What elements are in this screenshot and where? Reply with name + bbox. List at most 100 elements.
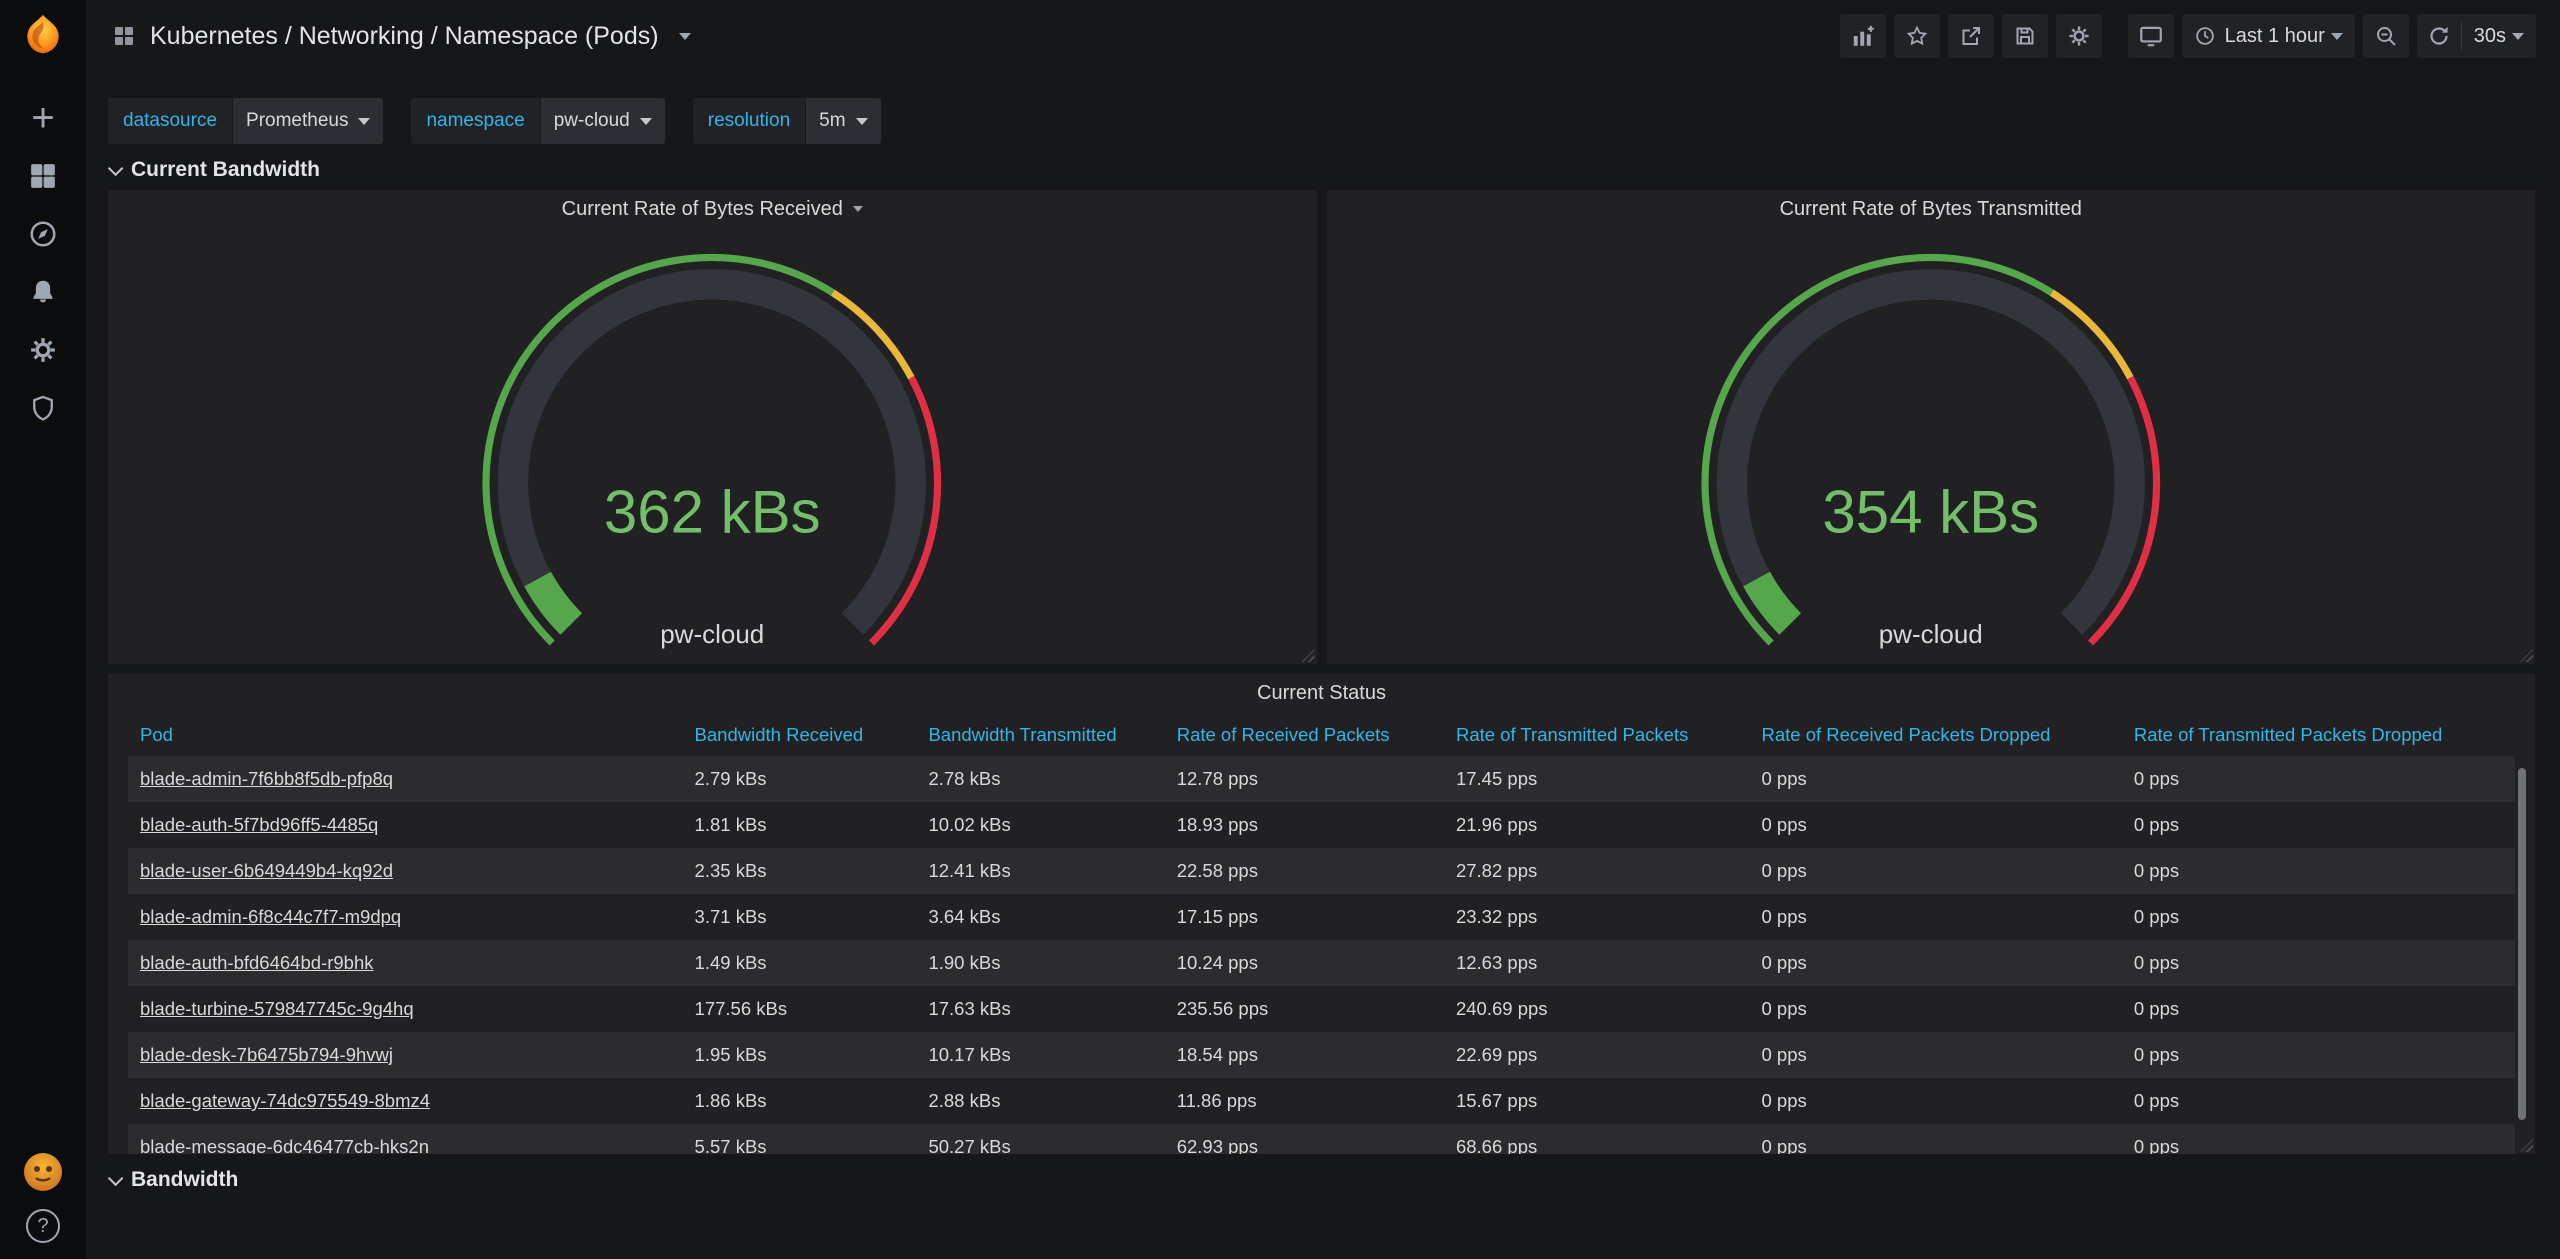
add-panel-button[interactable]: [1840, 14, 1886, 58]
gauge-value: 362 kBs: [108, 477, 1317, 546]
dashboard-title-button[interactable]: Kubernetes / Networking / Namespace (Pod…: [112, 22, 691, 51]
user-avatar[interactable]: [24, 1153, 62, 1191]
pod-link[interactable]: blade-message-6dc46477cb-hks2n: [140, 1136, 429, 1154]
panel-title-menu[interactable]: Current Rate of Bytes Received: [108, 190, 1317, 228]
settings-gear-button[interactable]: [2056, 14, 2102, 58]
table-cell: 18.54 pps: [1169, 1032, 1448, 1078]
pod-link[interactable]: blade-desk-7b6475b794-9hvwj: [140, 1044, 393, 1065]
caret-down-icon: [853, 206, 863, 212]
zoom-out-button[interactable]: [2363, 14, 2409, 58]
nav-actions: Last 1 hour 30s: [1832, 14, 2536, 58]
caret-down-icon: [640, 118, 652, 125]
plus-glyph: +: [31, 98, 54, 138]
table-cell: 18.93 pps: [1169, 802, 1448, 848]
table-cell: 2.79 kBs: [687, 756, 921, 802]
row-title: Current Bandwidth: [131, 158, 320, 182]
save-button[interactable]: [2002, 14, 2048, 58]
variable-value-dropdown[interactable]: Prometheus: [233, 98, 383, 144]
table-row: blade-user-6b649449b4-kq92d2.35 kBs12.41…: [128, 848, 2515, 894]
column-header[interactable]: Bandwidth Transmitted: [920, 714, 1168, 756]
table-cell: 0 pps: [1754, 1124, 2126, 1154]
alerting-bell-icon[interactable]: [0, 263, 86, 321]
variable-resolution: resolution 5m: [693, 98, 881, 144]
table-cell: 23.32 pps: [1448, 894, 1754, 940]
pod-link[interactable]: blade-auth-bfd6464bd-r9bhk: [140, 952, 373, 973]
table-cell: 62.93 pps: [1169, 1124, 1448, 1154]
table-cell: 0 pps: [2126, 1032, 2515, 1078]
status-table: PodBandwidth ReceivedBandwidth Transmitt…: [128, 714, 2515, 1154]
dashboards-icon[interactable]: [0, 147, 86, 205]
column-header[interactable]: Rate of Transmitted Packets: [1448, 714, 1754, 756]
refresh-interval-dropdown[interactable]: 30s: [2462, 25, 2536, 48]
table-cell: 0 pps: [1754, 802, 2126, 848]
caret-down-icon: [2331, 33, 2343, 40]
table-cell: 0 pps: [2126, 940, 2515, 986]
panel-current-rate-bytes-transmitted: Current Rate of Bytes Transmitted 354 kB…: [1327, 190, 2536, 664]
column-header[interactable]: Pod: [128, 714, 687, 756]
pod-cell: blade-turbine-579847745c-9g4hq: [128, 986, 687, 1032]
table-row: blade-auth-5f7bd96ff5-4485q1.81 kBs10.02…: [128, 802, 2515, 848]
chevron-down-icon: [108, 1170, 124, 1186]
table-cell: 2.78 kBs: [920, 756, 1168, 802]
row-toggle-bandwidth[interactable]: Bandwidth: [108, 1168, 2535, 1192]
top-navbar: Kubernetes / Networking / Namespace (Pod…: [86, 0, 2560, 72]
table-cell: 22.58 pps: [1169, 848, 1448, 894]
explore-compass-icon[interactable]: [0, 205, 86, 263]
table-cell: 5.57 kBs: [687, 1124, 921, 1154]
pod-link[interactable]: blade-turbine-579847745c-9g4hq: [140, 998, 414, 1019]
table-row: blade-message-6dc46477cb-hks2n5.57 kBs50…: [128, 1124, 2515, 1154]
pod-link[interactable]: blade-admin-7f6bb8f5db-pfp8q: [140, 768, 393, 789]
table-cell: 11.86 pps: [1169, 1078, 1448, 1124]
star-button[interactable]: [1894, 14, 1940, 58]
column-header[interactable]: Rate of Received Packets Dropped: [1754, 714, 2126, 756]
pod-link[interactable]: blade-auth-5f7bd96ff5-4485q: [140, 814, 378, 835]
cycle-view-monitor-button[interactable]: [2128, 14, 2174, 58]
table-cell: 17.15 pps: [1169, 894, 1448, 940]
time-range-picker[interactable]: Last 1 hour: [2182, 14, 2355, 58]
admin-shield-icon[interactable]: [0, 379, 86, 437]
refresh-control: 30s: [2417, 14, 2536, 58]
table-cell: 10.17 kBs: [920, 1032, 1168, 1078]
variable-value-dropdown[interactable]: pw-cloud: [541, 98, 665, 144]
panel-title: Current Rate of Bytes Transmitted: [1780, 198, 2082, 221]
table-cell: 10.24 pps: [1169, 940, 1448, 986]
table-cell: 0 pps: [2126, 848, 2515, 894]
pod-link[interactable]: blade-gateway-74dc975549-8bmz4: [140, 1090, 430, 1111]
table-cell: 17.45 pps: [1448, 756, 1754, 802]
table-cell: 3.64 kBs: [920, 894, 1168, 940]
table-cell: 15.67 pps: [1448, 1078, 1754, 1124]
caret-down-icon: [856, 118, 868, 125]
panel-title-menu[interactable]: Current Rate of Bytes Transmitted: [1327, 190, 2536, 228]
panel-title-menu[interactable]: Current Status: [108, 674, 2535, 712]
table-cell: 2.88 kBs: [920, 1078, 1168, 1124]
table-cell: 0 pps: [1754, 848, 2126, 894]
row-title: Bandwidth: [131, 1168, 238, 1192]
pod-link[interactable]: blade-user-6b649449b4-kq92d: [140, 860, 393, 881]
column-header[interactable]: Rate of Received Packets: [1169, 714, 1448, 756]
grafana-logo-icon[interactable]: [20, 0, 66, 89]
table-cell: 0 pps: [1754, 1078, 2126, 1124]
caret-down-icon: [2512, 33, 2524, 40]
refresh-button[interactable]: [2417, 14, 2461, 58]
table-scrollbar[interactable]: [2518, 768, 2526, 1120]
column-header[interactable]: Rate of Transmitted Packets Dropped: [2126, 714, 2515, 756]
share-button[interactable]: [1948, 14, 1994, 58]
table-cell: 1.49 kBs: [687, 940, 921, 986]
create-icon[interactable]: +: [0, 89, 86, 147]
configuration-gear-icon[interactable]: [0, 321, 86, 379]
column-header[interactable]: Bandwidth Received: [687, 714, 921, 756]
gauge-series-label: pw-cloud: [1327, 619, 2536, 650]
row-toggle-current-bandwidth[interactable]: Current Bandwidth: [108, 158, 2535, 182]
table-cell: 0 pps: [2126, 1078, 2515, 1124]
table-cell: 0 pps: [2126, 802, 2515, 848]
gauge-series-label: pw-cloud: [108, 619, 1317, 650]
pod-link[interactable]: blade-admin-6f8c44c7f7-m9dpq: [140, 906, 401, 927]
table-cell: 12.78 pps: [1169, 756, 1448, 802]
variable-namespace: namespace pw-cloud: [411, 98, 664, 144]
help-icon[interactable]: ?: [26, 1209, 60, 1243]
variable-value-dropdown[interactable]: 5m: [806, 98, 880, 144]
table-cell: 0 pps: [1754, 756, 2126, 802]
dashboard: datasource Prometheus namespace pw-cloud…: [86, 72, 2560, 1259]
table-cell: 12.41 kBs: [920, 848, 1168, 894]
clock-icon: [2194, 25, 2216, 47]
